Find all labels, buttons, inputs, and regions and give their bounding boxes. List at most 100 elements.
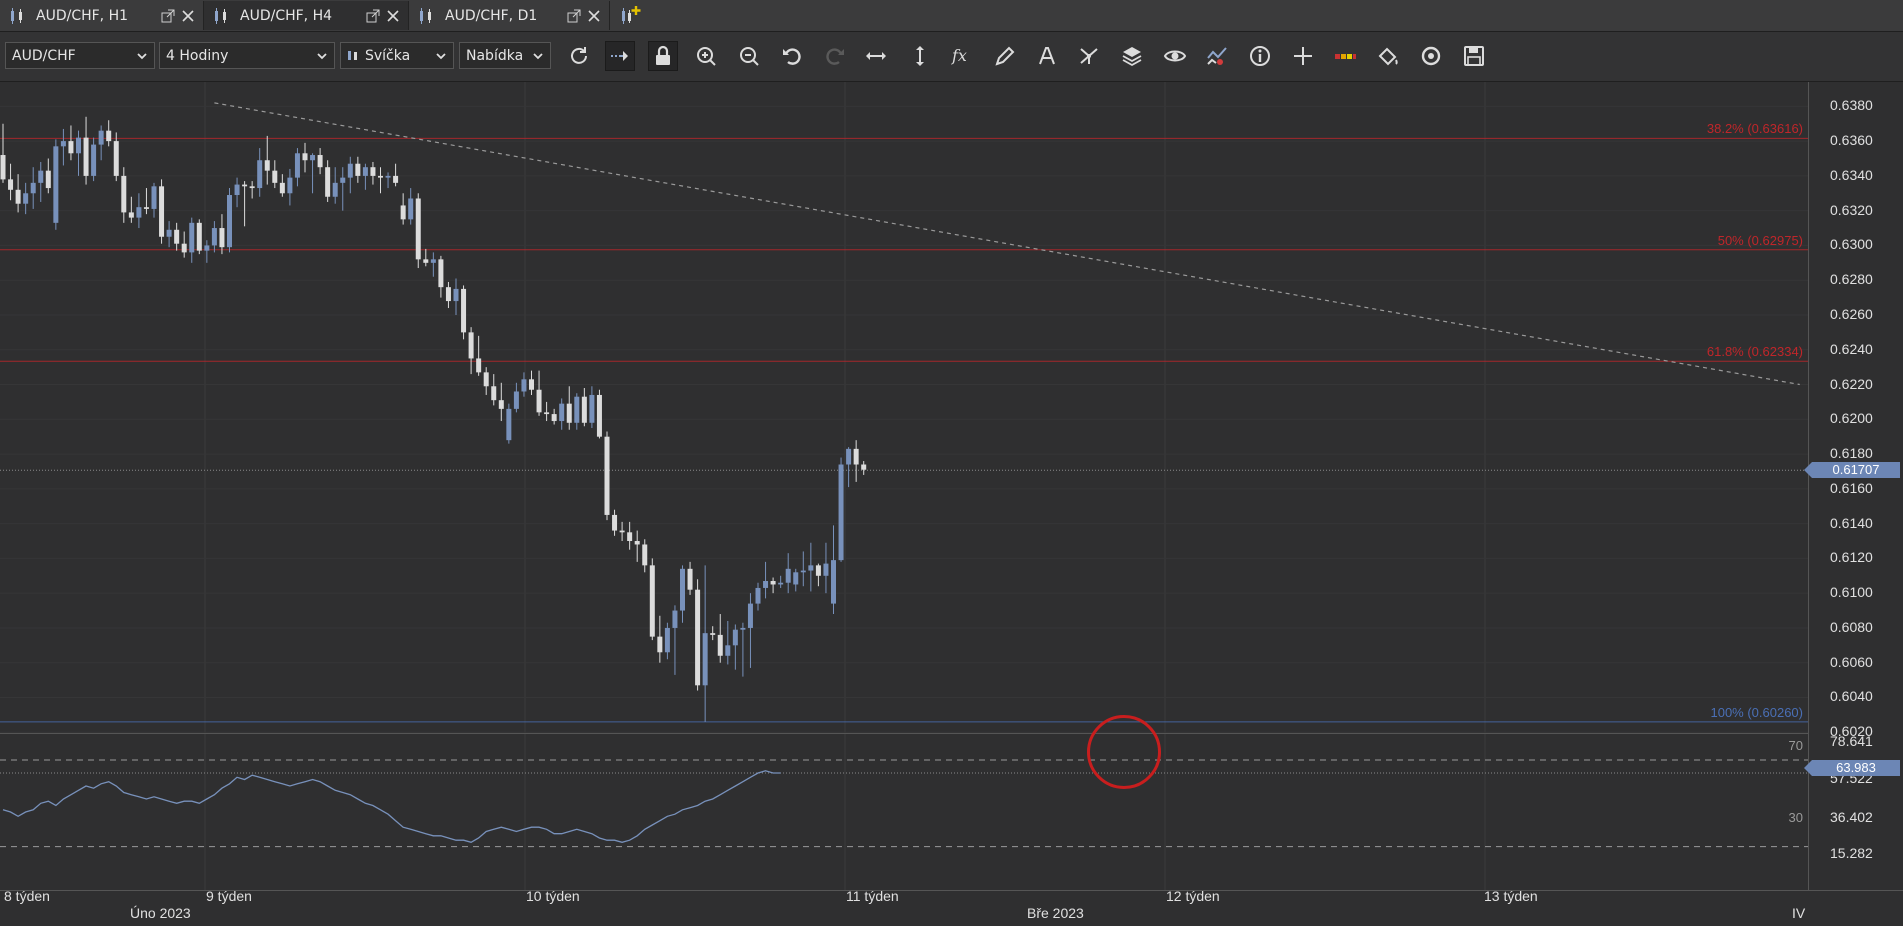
indicator-fx-icon: fx: [951, 46, 967, 65]
candle-body: [196, 222, 202, 251]
candle-body: [279, 182, 285, 194]
eye-icon: [1163, 50, 1187, 62]
rsi-chart[interactable]: [0, 734, 1808, 890]
fibonacci-level-label: 38.2% (0.63616): [1706, 121, 1803, 137]
time-axis[interactable]: [0, 890, 1903, 926]
trend-line: [214, 102, 1800, 386]
candle-body: [310, 155, 316, 161]
candle-body: [408, 198, 414, 220]
autoscroll-button[interactable]: [605, 41, 635, 71]
candle-body: [362, 167, 368, 176]
candle-body: [476, 358, 482, 373]
candle-body: [227, 195, 232, 248]
candle-body: [589, 394, 595, 423]
patterns-button[interactable]: [1074, 41, 1104, 71]
candle-body: [249, 186, 255, 189]
signals-button[interactable]: [1202, 41, 1232, 71]
info-button[interactable]: [1245, 41, 1275, 71]
chevron-down-icon: [137, 52, 147, 59]
price-axis-label: 0.6100: [1830, 584, 1873, 601]
save-button[interactable]: [1459, 41, 1489, 71]
candle-body: [672, 610, 678, 628]
candle-body: [808, 565, 814, 571]
candlestick-icon: [215, 7, 226, 24]
candle-body: [581, 396, 587, 423]
candle-body: [264, 160, 270, 171]
candle-body: [559, 403, 565, 422]
candle-body: [634, 541, 640, 545]
layers-icon: [1122, 47, 1142, 67]
horizontal-scale-button[interactable]: [861, 41, 891, 71]
chevron-down-icon: [533, 52, 543, 59]
candle-body: [831, 560, 836, 604]
color-scheme-button[interactable]: [1330, 41, 1360, 71]
candle-body: [800, 570, 806, 573]
candle-body: [596, 394, 602, 437]
tab-audchf-d1[interactable]: AUD/CHF, D1: [409, 1, 610, 30]
price-type-select[interactable]: Nabídka: [459, 42, 551, 69]
candle-body: [763, 580, 769, 588]
candle-body: [551, 414, 557, 422]
price-axis-label: 0.6300: [1830, 236, 1873, 253]
candle-body: [717, 634, 723, 656]
text-icon: [1039, 47, 1055, 65]
refresh-button[interactable]: [564, 41, 594, 71]
candle-body: [612, 514, 618, 531]
week-label: 12 týden: [1166, 888, 1220, 904]
tab-audchf-h4[interactable]: AUD/CHF, H4: [204, 1, 409, 30]
price-axis-label: 0.6260: [1830, 305, 1873, 322]
candle-body: [121, 175, 127, 213]
candle-body: [695, 589, 701, 686]
close-icon[interactable]: [587, 9, 601, 23]
candle-body: [91, 144, 97, 176]
undo-button[interactable]: [777, 41, 807, 71]
price-axis-label: 0.6360: [1830, 132, 1873, 149]
lock-icon: [656, 45, 670, 65]
candle-body: [536, 389, 542, 413]
close-icon[interactable]: [386, 9, 400, 23]
chart-toolbar: AUD/CHF 4 Hodiny Svíčka Nabídka fx: [0, 32, 1903, 82]
timeframe-select[interactable]: 4 Hodiny: [159, 42, 335, 69]
color-scheme-icon: [1335, 54, 1356, 59]
chart-type-select[interactable]: Svíčka: [340, 42, 454, 69]
symbol-value: AUD/CHF: [12, 47, 76, 64]
lock-button[interactable]: [648, 41, 678, 71]
candle-body: [680, 568, 685, 611]
new-chart-icon[interactable]: [619, 4, 641, 26]
crosshair-button[interactable]: [1288, 41, 1318, 71]
sync-button[interactable]: [1416, 41, 1446, 71]
popout-icon[interactable]: [161, 9, 175, 23]
rsi-line: [2, 770, 781, 843]
candle-body: [400, 205, 406, 220]
sync-icon: [1421, 46, 1441, 66]
vertical-scale-button[interactable]: [905, 41, 935, 71]
candle-body: [778, 582, 784, 585]
draw-button[interactable]: [990, 41, 1020, 71]
close-icon[interactable]: [181, 9, 195, 23]
text-button[interactable]: [1032, 41, 1062, 71]
candle-body: [355, 163, 361, 176]
indicators-button[interactable]: fx: [947, 41, 977, 71]
candle-body: [619, 530, 625, 533]
candle-body: [785, 568, 791, 583]
price-chart[interactable]: [0, 82, 1808, 734]
candle-body: [302, 153, 308, 161]
candle-body: [521, 379, 527, 392]
zoom-out-button[interactable]: [734, 41, 764, 71]
symbol-select[interactable]: AUD/CHF: [5, 42, 155, 69]
refresh-icon: [571, 47, 587, 64]
horizontal-scale-icon: [866, 52, 886, 60]
price-axis-label: 0.6340: [1830, 166, 1873, 183]
paint-button[interactable]: [1373, 41, 1403, 71]
zoom-in-button[interactable]: [691, 41, 721, 71]
candle-body: [438, 259, 444, 288]
layers-button[interactable]: [1117, 41, 1147, 71]
popout-icon[interactable]: [567, 9, 581, 23]
candle-body: [159, 186, 165, 237]
candle-body: [370, 167, 376, 176]
zoom-out-icon: [740, 47, 759, 66]
visibility-button[interactable]: [1160, 41, 1190, 71]
redo-button[interactable]: [820, 41, 850, 71]
tab-audchf-h1[interactable]: AUD/CHF, H1: [0, 1, 204, 30]
popout-icon[interactable]: [366, 9, 380, 23]
